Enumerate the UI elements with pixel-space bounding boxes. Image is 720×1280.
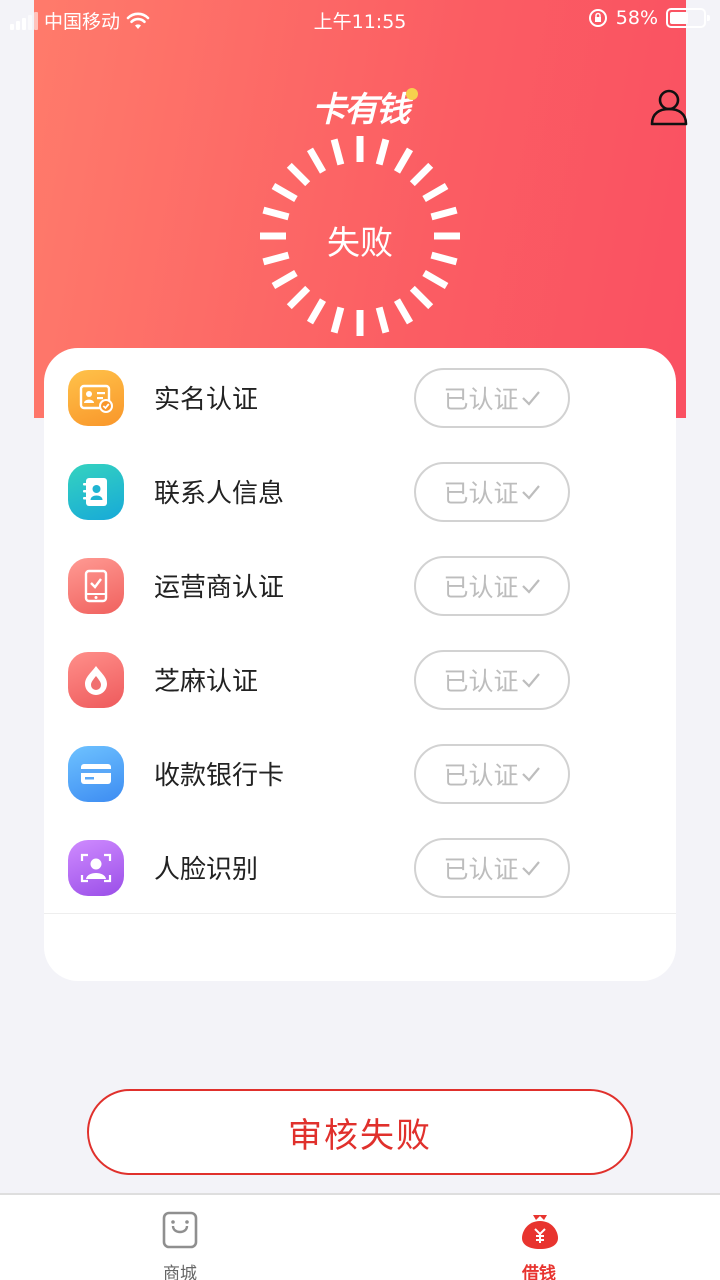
spinner-tick: [375, 306, 390, 334]
verified-badge-text: 已认证: [443, 479, 519, 508]
battery-icon: [666, 8, 710, 28]
verification-item-face[interactable]: 人脸识别 已认证: [44, 820, 676, 914]
status-bar: 中国移动 上午11:55 58%: [0, 0, 720, 38]
verified-badge: 已认证: [414, 650, 570, 710]
spinner-tick: [409, 162, 434, 187]
phone-check-icon: [68, 558, 124, 614]
money-bag-icon: [522, 1215, 558, 1249]
verified-badge-text: 已认证: [443, 855, 519, 884]
spinner-tick: [409, 285, 434, 310]
verification-item-label: 芝麻认证: [154, 667, 259, 697]
bank-card-icon: [68, 746, 124, 802]
verification-item-realname[interactable]: 实名认证 已认证: [44, 350, 676, 444]
card-divider: [44, 913, 676, 914]
verification-item-carrier[interactable]: 运营商认证 已认证: [44, 538, 676, 632]
orientation-lock-icon: [588, 9, 607, 27]
tab-borrow[interactable]: 借钱: [469, 1195, 609, 1280]
spinner-tick: [393, 147, 414, 174]
logo-text: 卡有钱: [312, 90, 410, 130]
verified-badge-text: 已认证: [443, 385, 519, 414]
verification-item-label: 运营商认证: [154, 573, 285, 603]
verified-badge: 已认证: [414, 368, 570, 428]
spinner-tick: [330, 306, 345, 334]
verified-badge: 已认证: [414, 744, 570, 804]
checkmark-icon: [521, 673, 540, 688]
spinner-tick: [286, 162, 311, 187]
shopping-bag-icon: [162, 1211, 198, 1249]
spinner-tick: [271, 182, 298, 203]
spinner-tick: [271, 269, 298, 290]
review-failed-button-label: 审核失败: [288, 1115, 432, 1156]
spinner-tick: [393, 298, 414, 325]
spinner-tick: [375, 138, 390, 166]
checkmark-icon: [521, 861, 540, 876]
bottom-tab-bar: 商城 借钱: [0, 1193, 720, 1280]
verification-item-contacts[interactable]: 联系人信息 已认证: [44, 444, 676, 538]
verification-item-label: 收款银行卡: [154, 761, 285, 791]
verified-badge: 已认证: [414, 462, 570, 522]
spinner-tick: [422, 182, 449, 203]
verification-card: 实名认证 已认证 联系人信息 已认证 运营商认证 已认证 芝麻认证 已认证 收款…: [44, 348, 676, 981]
checkmark-icon: [521, 391, 540, 406]
face-scan-icon: [68, 840, 124, 896]
verification-item-label: 联系人信息: [154, 479, 285, 509]
sesame-icon: [68, 652, 124, 708]
app-logo: 卡有钱: [300, 82, 420, 130]
tab-borrow-label: 借钱: [522, 1264, 556, 1280]
logo-coin-icon: [406, 88, 418, 100]
battery-percent: 58%: [615, 7, 658, 29]
tab-mall[interactable]: 商城: [110, 1195, 250, 1280]
verification-item-bank-card[interactable]: 收款银行卡 已认证: [44, 726, 676, 820]
verification-item-label: 人脸识别: [154, 855, 259, 885]
contacts-icon: [68, 464, 124, 520]
user-profile-icon[interactable]: [648, 86, 690, 128]
spinner-tick: [286, 285, 311, 310]
spinner-tick: [330, 138, 345, 166]
spinner-tick: [306, 298, 327, 325]
verified-badge-text: 已认证: [443, 667, 519, 696]
status-bar-right: 58%: [588, 7, 710, 29]
checkmark-icon: [521, 579, 540, 594]
tab-mall-label: 商城: [163, 1264, 197, 1280]
spinner-status-text: 失败: [327, 223, 393, 262]
checkmark-icon: [521, 767, 540, 782]
spinner-tick: [306, 147, 327, 174]
verified-badge: 已认证: [414, 556, 570, 616]
id-card-icon: [68, 370, 124, 426]
verified-badge: 已认证: [414, 838, 570, 898]
verification-item-label: 实名认证: [154, 385, 259, 415]
checkmark-icon: [521, 485, 540, 500]
verified-badge-text: 已认证: [443, 573, 519, 602]
verification-item-sesame[interactable]: 芝麻认证 已认证: [44, 632, 676, 726]
spinner-tick: [422, 269, 449, 290]
verified-badge-text: 已认证: [443, 761, 519, 790]
review-failed-button[interactable]: 审核失败: [87, 1089, 633, 1175]
